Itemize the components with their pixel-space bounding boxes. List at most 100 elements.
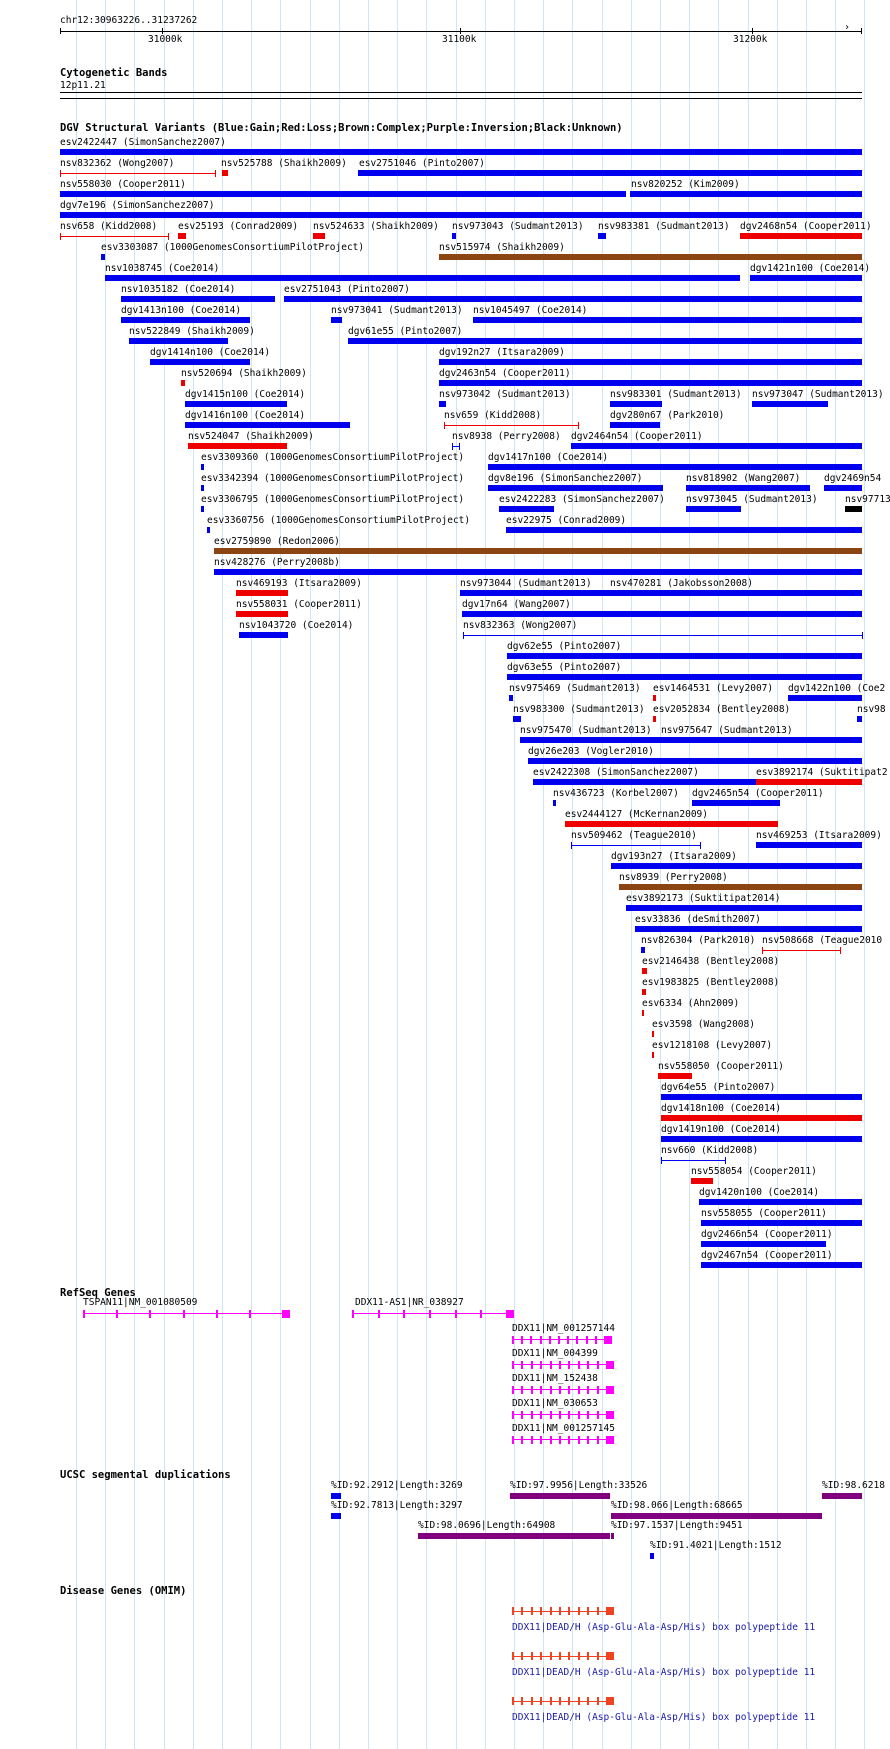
- omim-exon: [512, 1652, 514, 1660]
- omim-title: Disease Genes (OMIM): [60, 1585, 187, 1597]
- omim-exon: [550, 1607, 552, 1615]
- dgv-feature-label: dgv63e55 (Pinto2007): [507, 662, 622, 673]
- segdup-bar: [331, 1513, 341, 1519]
- ruler-arrow-icon: ›: [844, 22, 851, 33]
- dgv-feature-bar: [105, 275, 740, 281]
- dgv-feature-label: dgv1421n100 (Coe2014): [750, 263, 871, 274]
- dgv-feature-label: nsv509462 (Teague2010): [571, 830, 697, 841]
- omim-exon: [521, 1697, 523, 1705]
- dgv-feature-end: [60, 170, 61, 177]
- dgv-feature-bar: [619, 884, 862, 890]
- omim-exon: [568, 1607, 570, 1615]
- dgv-feature-bar: [313, 233, 325, 239]
- ruler-tick: [162, 28, 163, 34]
- dgv-feature-line: [463, 635, 862, 636]
- dgv-feature-bar: [201, 506, 204, 512]
- dgv-feature-label: esv2751046 (Pinto2007): [359, 158, 485, 169]
- refseq-exon: [578, 1386, 580, 1394]
- dgv-feature-label: dgv2466n54 (Cooper2011): [701, 1229, 833, 1240]
- dgv-feature-label: dgv1418n100 (Coe2014): [661, 1103, 782, 1114]
- dgv-feature-label: nsv973043 (Sudmant2013): [452, 221, 584, 232]
- refseq-exon: [559, 1386, 561, 1394]
- dgv-feature-bar: [641, 947, 645, 953]
- dgv-feature-end: [444, 422, 445, 429]
- genome-browser-panel: chr12:30963226..31237262 31000k 31100k 3…: [0, 0, 890, 1749]
- dgv-feature-label: nsv97713: [845, 494, 890, 505]
- refseq-exon: [587, 1436, 589, 1444]
- dgv-feature-label: nsv973041 (Sudmant2013): [331, 305, 463, 316]
- dgv-feature-label: esv3309360 (1000GenomesConsortiumPilotPr…: [201, 452, 465, 463]
- refseq-exon: [531, 1436, 533, 1444]
- refseq-exon: [558, 1336, 560, 1344]
- dgv-feature-bar: [598, 233, 606, 239]
- refseq-exon: [521, 1386, 523, 1394]
- omim-exon: [597, 1607, 599, 1615]
- dgv-feature-bar: [750, 275, 862, 281]
- dgv-feature-label: nsv832363 (Wong2007): [463, 620, 578, 631]
- dgv-feature-label: dgv2468n54 (Cooper2011): [740, 221, 872, 232]
- refseq-exon: [540, 1386, 542, 1394]
- segdup-bar: [650, 1553, 654, 1559]
- dgv-feature-end: [840, 947, 841, 954]
- refseq-exon: [587, 1411, 589, 1419]
- dgv-feature-label: nsv973045 (Sudmant2013): [686, 494, 818, 505]
- dgv-feature-label: esv22975 (Conrad2009): [506, 515, 627, 526]
- refseq-exon: [83, 1310, 85, 1318]
- dgv-feature-bar: [630, 191, 862, 197]
- refseq-exon: [597, 1361, 599, 1369]
- omim-exon: [568, 1697, 570, 1705]
- dgv-feature-label: dgv192n27 (Itsara2009): [439, 347, 565, 358]
- dgv-feature-bar: [439, 401, 446, 407]
- omim-exon: [606, 1607, 614, 1615]
- dgv-feature-bar: [520, 737, 862, 743]
- dgv-feature-label: nsv558055 (Cooper2011): [701, 1208, 827, 1219]
- dgv-feature-label: dgv1413n100 (Coe2014): [121, 305, 242, 316]
- dgv-feature-label: esv1983825 (Bentley2008): [642, 977, 780, 988]
- omim-exon: [531, 1697, 533, 1705]
- dgv-feature-end: [700, 842, 701, 849]
- refseq-exon: [606, 1386, 614, 1394]
- omim-exon: [606, 1652, 614, 1660]
- dgv-feature-label: dgv17n64 (Wang2007): [462, 599, 571, 610]
- dgv-feature-bar: [236, 611, 288, 617]
- dgv-feature-bar: [121, 317, 250, 323]
- refseq-exon: [559, 1436, 561, 1444]
- omim-exon: [587, 1652, 589, 1660]
- dgv-feature-bar: [150, 359, 250, 365]
- cytoband-title: Cytogenetic Bands: [60, 67, 168, 79]
- dgv-feature-bar: [121, 296, 275, 302]
- dgv-feature-label: nsv508668 (Teague2010: [762, 935, 883, 946]
- dgv-feature-label: esv3360756 (1000GenomesConsortiumPilotPr…: [207, 515, 471, 526]
- omim-exon: [568, 1652, 570, 1660]
- cytoband-line: [60, 92, 862, 93]
- dgv-feature-label: esv2422447 (SimonSanchez2007): [60, 137, 226, 148]
- refseq-exon: [530, 1336, 532, 1344]
- dgv-feature-bar: [185, 422, 350, 428]
- dgv-feature-bar: [661, 1094, 862, 1100]
- dgv-feature-bar: [181, 380, 185, 386]
- refseq-exon: [116, 1310, 118, 1318]
- dgv-feature-label: dgv280n67 (Park2010): [610, 410, 725, 421]
- dgv-feature-label: nsv660 (Kidd2008): [661, 1145, 759, 1156]
- dgv-feature-label: nsv436723 (Korbel2007): [553, 788, 679, 799]
- dgv-feature-label: nsv983301 (Sudmant2013): [610, 389, 742, 400]
- dgv-feature-bar: [513, 716, 521, 722]
- dgv-feature-label: esv3598 (Wang2008): [652, 1019, 755, 1030]
- dgv-feature-bar: [222, 170, 228, 176]
- refseq-exon: [568, 1411, 570, 1419]
- omim-exon: [540, 1697, 542, 1705]
- refseq-exon: [550, 1411, 552, 1419]
- refseq-gene-line: [83, 1313, 288, 1314]
- dgv-feature-bar: [207, 527, 210, 533]
- refseq-exon: [578, 1361, 580, 1369]
- refseq-exon: [540, 1361, 542, 1369]
- refseq-exon: [587, 1361, 589, 1369]
- omim-exon: [540, 1607, 542, 1615]
- dgv-feature-label: esv33836 (deSmith2007): [635, 914, 761, 925]
- refseq-exon: [597, 1436, 599, 1444]
- refseq-gene-label: DDX11-AS1|NR_038927: [355, 1297, 464, 1308]
- dgv-feature-bar: [701, 1262, 862, 1268]
- dgv-feature-label: esv3342394 (1000GenomesConsortiumPilotPr…: [201, 473, 465, 484]
- refseq-exon: [512, 1411, 514, 1419]
- dgv-feature-end: [661, 1157, 662, 1164]
